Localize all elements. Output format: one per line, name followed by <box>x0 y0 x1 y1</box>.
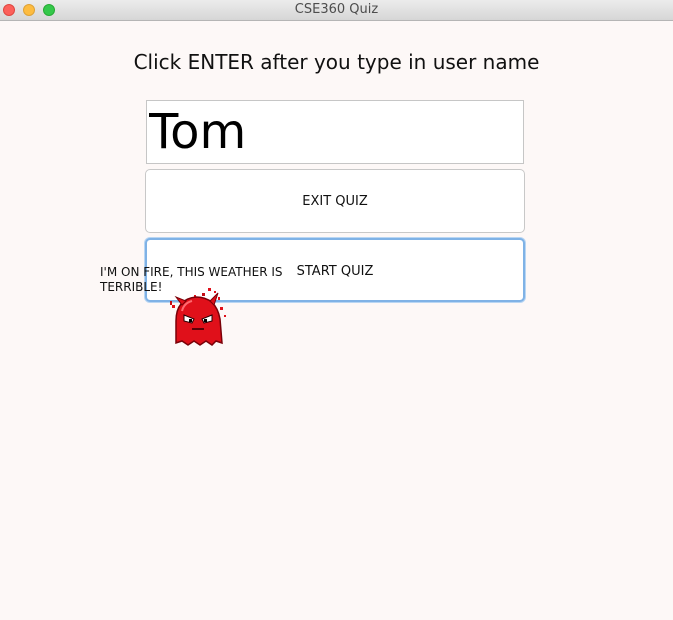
window-title: CSE360 Quiz <box>294 2 379 17</box>
exit-quiz-label: EXIT QUIZ <box>302 193 368 209</box>
instruction-label: Click ENTER after you type in user name <box>133 50 540 74</box>
fire-monster-icon <box>170 288 226 346</box>
exit-quiz-button[interactable]: EXIT QUIZ <box>145 169 525 233</box>
title-bar: CSE360 Quiz <box>0 0 673 21</box>
username-input[interactable] <box>146 100 524 164</box>
start-quiz-label: START QUIZ <box>296 263 374 279</box>
